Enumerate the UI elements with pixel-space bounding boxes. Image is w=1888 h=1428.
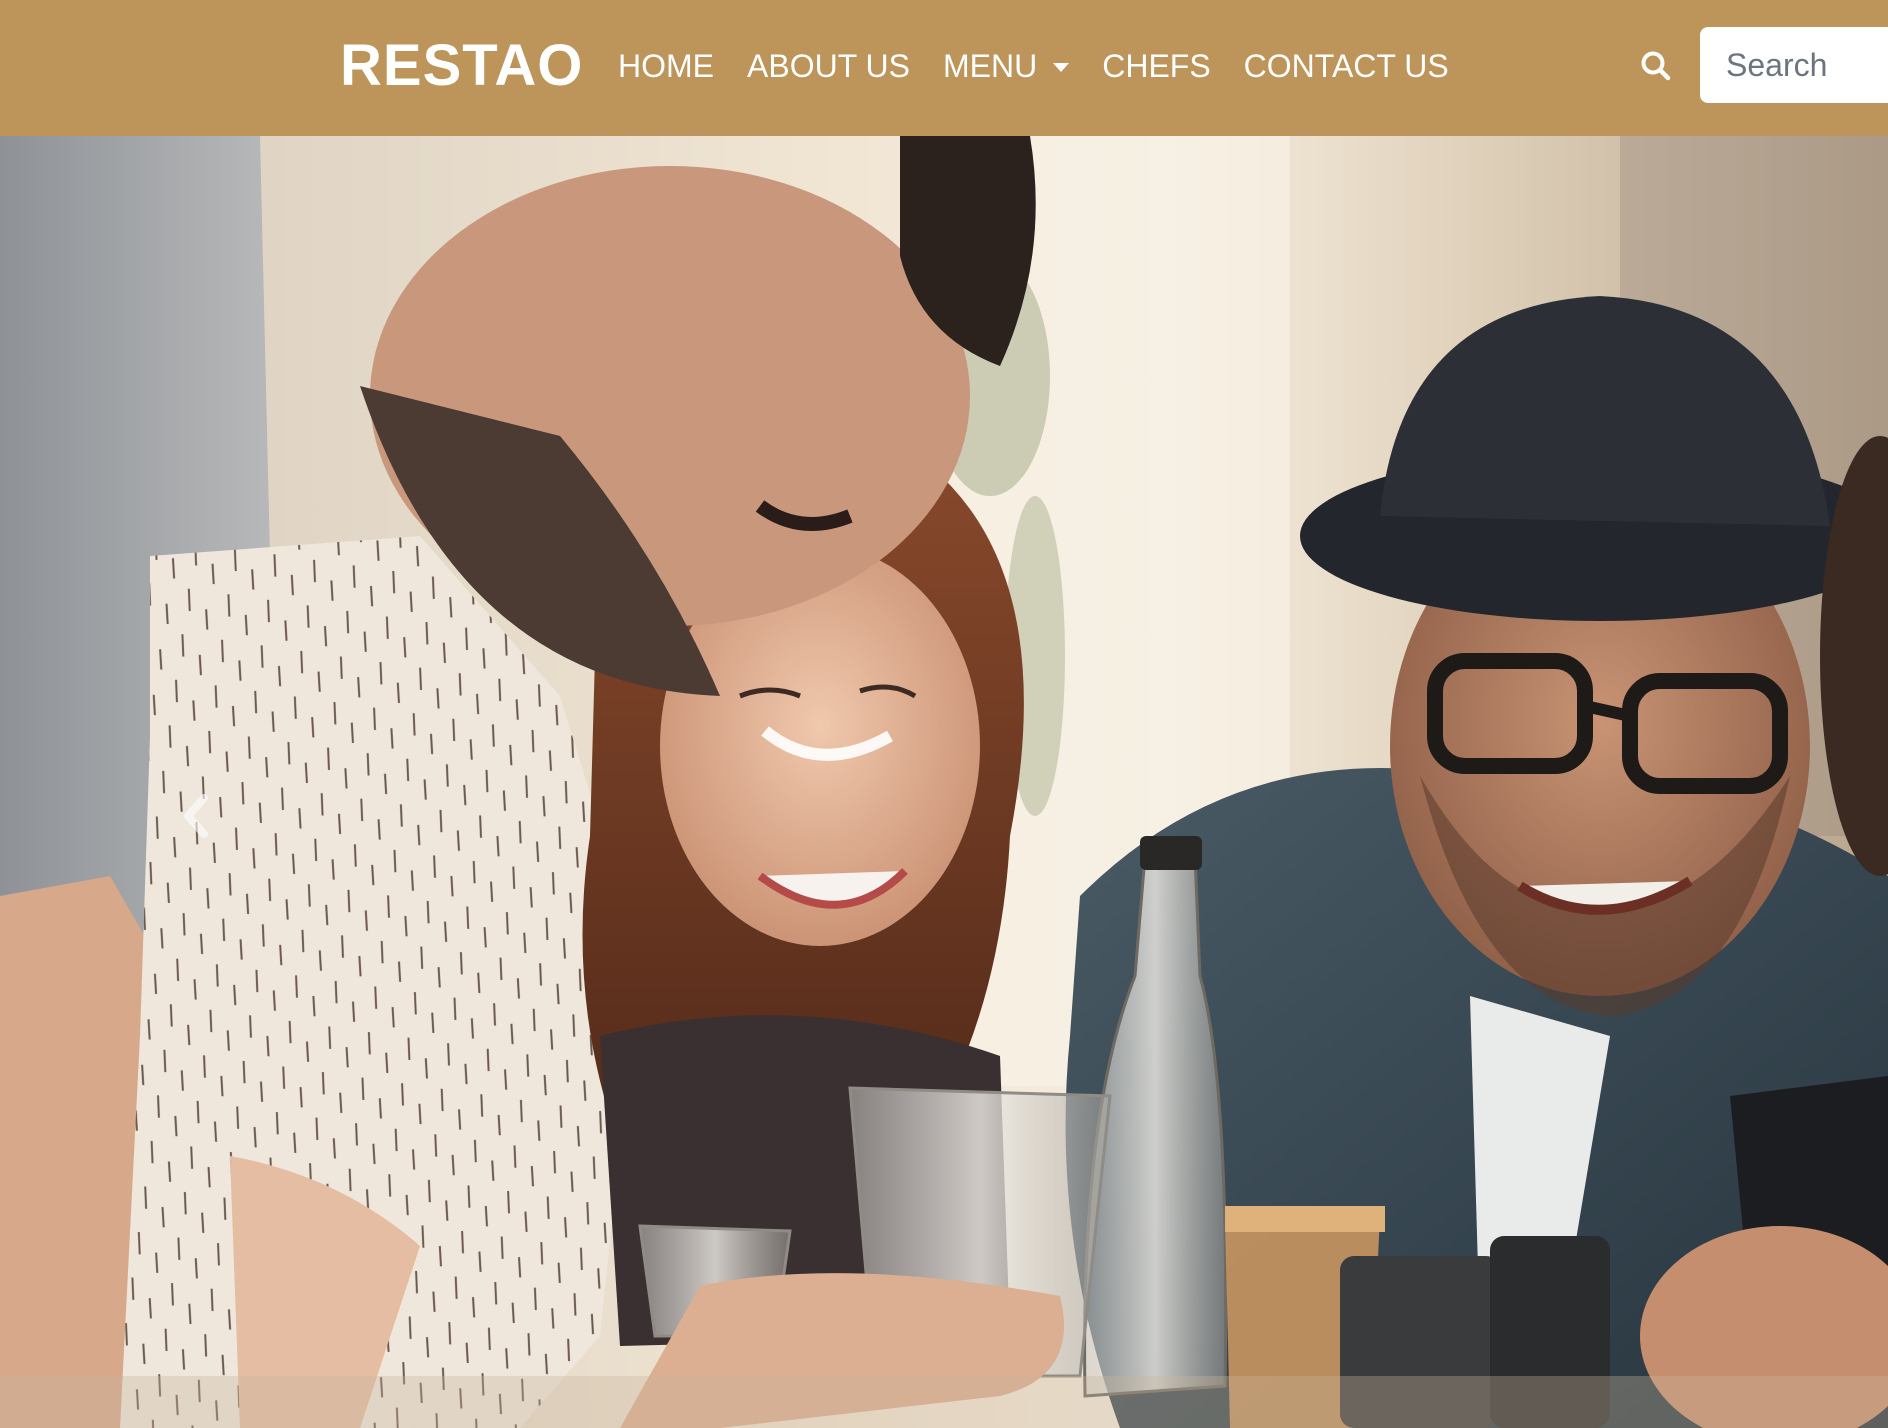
brand-logo[interactable]: RESTAO xyxy=(340,32,583,100)
hero-carousel xyxy=(0,136,1888,1428)
search-icon xyxy=(1641,51,1671,81)
page: RESTAO HOME ABOUT US MENU CHEFS CONTACT … xyxy=(0,0,1888,1428)
nav-link-chefs[interactable]: CHEFS xyxy=(1102,44,1210,88)
navbar: RESTAO HOME ABOUT US MENU CHEFS CONTACT … xyxy=(0,0,1888,136)
chevron-left-icon xyxy=(184,794,208,838)
caret-down-icon xyxy=(1053,62,1070,72)
nav-links: HOME ABOUT US MENU CHEFS CONTACT US xyxy=(618,44,1482,88)
nav-link-contact-us[interactable]: CONTACT US xyxy=(1244,44,1449,88)
nav-link-home-label: HOME xyxy=(618,48,714,84)
nav-link-contact-us-label: CONTACT US xyxy=(1243,48,1449,84)
carousel-prev-button[interactable] xyxy=(170,776,220,856)
nav-link-menu-label: MENU xyxy=(943,48,1038,84)
hero-photo xyxy=(0,136,1888,1428)
nav-link-chefs-label: CHEFS xyxy=(1102,48,1211,84)
nav-link-menu-dropdown[interactable]: MENU xyxy=(943,44,1070,88)
nav-link-about-us-label: ABOUT US xyxy=(747,48,910,84)
nav-link-about-us[interactable]: ABOUT US xyxy=(747,44,910,88)
search-input[interactable] xyxy=(1700,27,1888,103)
nav-link-home[interactable]: HOME xyxy=(618,44,714,88)
search-button[interactable] xyxy=(1636,44,1676,88)
